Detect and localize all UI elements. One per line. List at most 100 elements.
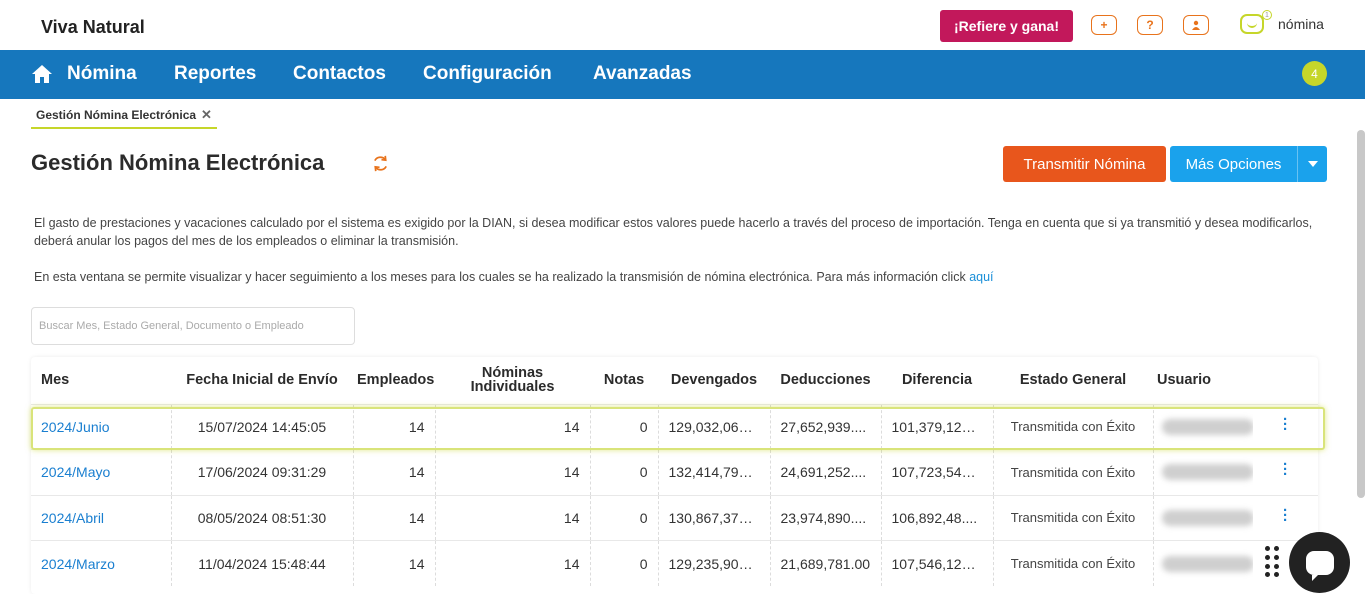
col-header-notas[interactable]: Notas [590,357,658,404]
cell-usuario [1152,494,1253,541]
cell-fecha: 11/04/2024 15:48:44 [170,540,353,586]
cell-devengados: 130,867,373.... [657,494,770,541]
col-header-diferencia[interactable]: Diferencia [881,357,993,404]
cell-nominas: 14 [434,403,590,450]
cell-nominas: 14 [434,494,590,541]
cell-mes[interactable]: 2024/Mayo [31,449,171,495]
cell-mes[interactable]: 2024/Abril [31,494,171,541]
more-vertical-icon[interactable]: · · · [1283,412,1288,437]
nav-item-nomina[interactable]: Nómina [67,63,137,85]
refresh-icon[interactable] [371,154,390,173]
col-header-empleados[interactable]: Empleados [353,357,435,404]
row-actions[interactable]: · · · [1253,403,1318,450]
cell-empleados: 14 [352,449,435,495]
cell-diferencia: 107,723,541.... [880,449,993,495]
logo-badge: 1 [1262,10,1272,20]
cell-deducciones: 24,691,252.... [769,449,881,495]
drag-handle-icon[interactable] [1265,546,1279,578]
table-row[interactable]: 2024/Mayo 17/06/2024 09:31:29 14 14 0 13… [31,449,1318,495]
redacted-user [1161,464,1253,481]
tab-label: Gestión Nómina Electrónica [36,108,197,122]
cell-usuario [1152,540,1253,586]
help-icon[interactable]: ? [1137,15,1163,35]
cell-estado: Transmitida con Éxito [992,403,1153,450]
transmit-nomina-button[interactable]: Transmitir Nómina [1003,146,1166,182]
col-header-deducciones[interactable]: Deducciones [770,357,881,404]
table-row[interactable]: 2024/Marzo 11/04/2024 15:48:44 14 14 0 1… [31,540,1318,586]
more-vertical-icon[interactable]: · · · [1283,457,1288,482]
user-icon[interactable] [1183,15,1209,35]
cell-deducciones: 21,689,781.00 [769,540,881,586]
page-scrollbar[interactable] [1357,130,1365,498]
cell-deducciones: 27,652,939.... [769,403,881,450]
more-vertical-icon[interactable]: · · · [1283,503,1288,528]
logo-text: nómina [1278,16,1324,32]
row-actions[interactable]: · · · [1253,449,1318,495]
cell-empleados: 14 [352,540,435,586]
cell-empleados: 14 [352,494,435,541]
cell-usuario [1152,449,1253,495]
cell-usuario [1152,403,1253,450]
cell-diferencia: 106,892,48.... [880,494,993,541]
nav-item-contactos[interactable]: Contactos [293,63,386,85]
chat-button[interactable] [1289,532,1350,593]
refer-and-earn-button[interactable]: ¡Refiere y gana! [940,10,1073,42]
cell-notas: 0 [589,494,658,541]
info-link[interactable]: aquí [969,270,993,284]
plus-icon[interactable]: + [1091,15,1117,35]
notification-badge[interactable]: 4 [1302,61,1327,86]
cell-empleados: 14 [352,403,435,450]
more-options-label: Más Opciones [1185,155,1282,173]
cell-devengados: 129,235,908.... [657,540,770,586]
col-header-actions [1253,357,1318,404]
more-options-button[interactable]: Más Opciones [1170,146,1327,182]
close-icon[interactable]: ✕ [201,108,212,121]
cell-notas: 0 [589,449,658,495]
top-bar: Viva Natural ¡Refiere y gana! + ? 1 nómi… [0,0,1365,50]
home-icon[interactable] [31,63,53,85]
cell-notas: 0 [589,540,658,586]
cell-mes[interactable]: 2024/Junio [31,403,171,450]
redacted-user [1161,509,1253,526]
nav-item-reportes[interactable]: Reportes [174,63,256,85]
cell-estado: Transmitida con Éxito [992,449,1153,495]
tab-gestion-nomina[interactable]: Gestión Nómina Electrónica ✕ [31,99,217,129]
cell-devengados: 129,032,067.... [657,403,770,450]
col-header-devengados[interactable]: Devengados [658,357,770,404]
col-header-nominas-2: Individuales [470,379,555,396]
table-row[interactable]: 2024/Abril 08/05/2024 08:51:30 14 14 0 1… [31,494,1318,541]
info-paragraph-2: En esta ventana se permite visualizar y … [34,268,1324,286]
nomina-logo-icon: 1 [1240,10,1272,34]
company-name: Viva Natural [41,17,145,37]
nav-item-avanzadas[interactable]: Avanzadas [593,63,692,85]
table-header-row: Mes Fecha Inicial de Envío Empleados Nóm… [31,357,1318,404]
col-header-fecha[interactable]: Fecha Inicial de Envío [171,357,353,404]
main-nav: Nómina Reportes Contactos Configuración … [0,50,1365,99]
cell-mes[interactable]: 2024/Marzo [31,540,171,586]
chat-icon [1305,550,1334,581]
cell-fecha: 08/05/2024 08:51:30 [170,494,353,541]
cell-fecha: 15/07/2024 14:45:05 [170,403,353,450]
cell-deducciones: 23,974,890.... [769,494,881,541]
nomina-logo[interactable]: 1 nómina [1240,10,1324,34]
redacted-user [1161,555,1253,572]
cell-devengados: 132,414,793.... [657,449,770,495]
cell-estado: Transmitida con Éxito [992,540,1153,586]
info-paragraph-2-text: En esta ventana se permite visualizar y … [34,270,970,284]
col-header-nominas[interactable]: Nóminas Individuales [435,357,590,404]
nomina-table: Mes Fecha Inicial de Envío Empleados Nóm… [31,357,1318,594]
cell-nominas: 14 [434,449,590,495]
nav-item-configuracion[interactable]: Configuración [423,63,552,85]
chevron-down-icon[interactable] [1297,146,1327,182]
user-glyph [1192,20,1200,30]
cell-nominas: 14 [434,540,590,586]
cell-diferencia: 107,546,127.... [880,540,993,586]
table-row[interactable]: 2024/Junio 15/07/2024 14:45:05 14 14 0 1… [31,403,1318,450]
col-header-mes[interactable]: Mes [31,357,171,404]
info-paragraph-1: El gasto de prestaciones y vacaciones ca… [34,216,1313,248]
search-input[interactable] [31,307,355,345]
col-header-estado[interactable]: Estado General [993,357,1153,404]
page-title: Gestión Nómina Electrónica [31,150,325,175]
col-header-usuario[interactable]: Usuario [1153,357,1253,404]
cell-notas: 0 [589,403,658,450]
